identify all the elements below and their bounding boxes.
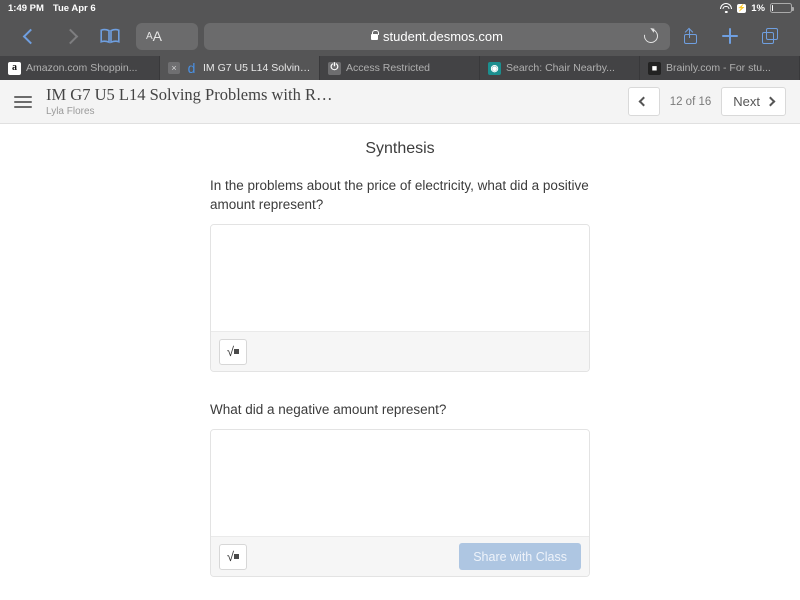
status-date: Tue Apr 6 [52, 2, 96, 14]
share-button[interactable] [670, 20, 710, 52]
student-name: Lyla Flores [46, 105, 95, 117]
battery-percent: 1% [751, 2, 765, 14]
close-icon[interactable]: × [168, 62, 180, 74]
ios-status-bar: 1:49 PM Tue Apr 6 ⚡ 1% [0, 0, 800, 16]
answer-card: √ Share with Class [210, 429, 590, 578]
tab-title: Amazon.com Shoppin... [26, 62, 138, 74]
share-icon [683, 28, 697, 44]
back-chevron-icon [22, 28, 38, 44]
screen-counter: 12 of 16 [669, 95, 712, 108]
text-size-large-label: A [152, 28, 163, 44]
status-bar-right: ⚡ 1% [720, 2, 794, 14]
question-prompt: In the problems about the price of elect… [210, 178, 589, 213]
plus-icon [722, 28, 738, 44]
answer-input[interactable] [211, 430, 589, 537]
charging-bolt-icon: ⚡ [737, 3, 747, 13]
next-label: Next [733, 94, 760, 109]
reload-icon[interactable] [641, 26, 661, 46]
previous-screen-button[interactable] [627, 87, 660, 116]
browser-toolbar: A A student.desmos.com [0, 16, 800, 56]
brainly-favicon-icon: ■ [648, 61, 661, 75]
tab-title: Brainly.com - For stu... [666, 62, 771, 74]
wifi-icon [720, 3, 733, 13]
tabs-overview-icon [762, 28, 778, 44]
status-bar-left: 1:49 PM Tue Apr 6 [8, 3, 96, 14]
power-favicon-icon: ⏻ [328, 61, 341, 75]
activity-title-block: IM G7 U5 L14 Solving Problems with R… Ly… [46, 85, 333, 117]
tab-title: Access Restricted [346, 62, 431, 74]
book-icon [100, 28, 120, 44]
screen-title: Synthesis [365, 140, 435, 157]
share-with-class-button[interactable]: Share with Class [459, 543, 581, 571]
answer-input[interactable] [211, 225, 589, 332]
answer-card: √ [210, 224, 590, 373]
tab-title: IM G7 U5 L14 Solving... [203, 62, 311, 74]
browser-tab[interactable]: a Amazon.com Shoppin... [0, 56, 160, 80]
battery-icon [770, 3, 794, 13]
browser-tab[interactable]: ◉ Search: Chair Nearby... [480, 56, 640, 80]
tab-strip: a Amazon.com Shoppin... × d IM G7 U5 L14… [0, 56, 800, 80]
text-size-button[interactable]: A A [136, 22, 198, 50]
math-keyboard-button[interactable]: √ [219, 543, 247, 570]
page-title: IM G7 U5 L14 Solving Problems with R… [46, 85, 333, 105]
amazon-favicon-icon: a [8, 61, 21, 75]
text-size-small-label: A [146, 30, 153, 42]
hamburger-menu-icon[interactable] [14, 95, 32, 108]
chevron-left-icon [638, 96, 649, 107]
desmos-favicon-icon: d [187, 60, 196, 76]
back-button[interactable] [10, 20, 50, 52]
lock-icon [371, 30, 379, 40]
url-text: student.desmos.com [383, 28, 503, 44]
answer-toolbar: √ [211, 331, 589, 372]
answer-toolbar: √ Share with Class [211, 536, 589, 577]
question-prompt: What did a negative amount represent? [210, 402, 447, 418]
address-bar[interactable]: student.desmos.com [204, 22, 670, 50]
screen-navigation: 12 of 16 Next [627, 87, 786, 116]
tab-title: Search: Chair Nearby... [506, 62, 615, 74]
next-screen-button[interactable]: Next [721, 87, 786, 116]
browser-tab[interactable]: ■ Brainly.com - For stu... [640, 56, 800, 80]
new-tab-button[interactable] [710, 20, 750, 52]
math-keyboard-button[interactable]: √ [219, 338, 247, 365]
question-block-2: What did a negative amount represent? √ … [210, 400, 590, 578]
search-favicon-icon: ◉ [488, 61, 501, 75]
activity-header: IM G7 U5 L14 Solving Problems with R… Ly… [0, 80, 800, 124]
show-tabs-button[interactable] [750, 20, 790, 52]
status-time: 1:49 PM [8, 2, 44, 14]
question-block-1: In the problems about the price of elect… [210, 176, 590, 373]
browser-tab-active[interactable]: × d IM G7 U5 L14 Solving... [160, 56, 320, 80]
forward-button[interactable] [50, 20, 90, 52]
chevron-right-icon [765, 96, 776, 107]
activity-screen: Synthesis In the problems about the pric… [0, 124, 800, 578]
bookmarks-button[interactable] [90, 20, 130, 52]
browser-tab[interactable]: ⏻ Access Restricted [320, 56, 480, 80]
square-root-icon: √ [227, 345, 240, 358]
forward-chevron-icon [62, 28, 78, 44]
square-root-icon: √ [227, 550, 240, 563]
